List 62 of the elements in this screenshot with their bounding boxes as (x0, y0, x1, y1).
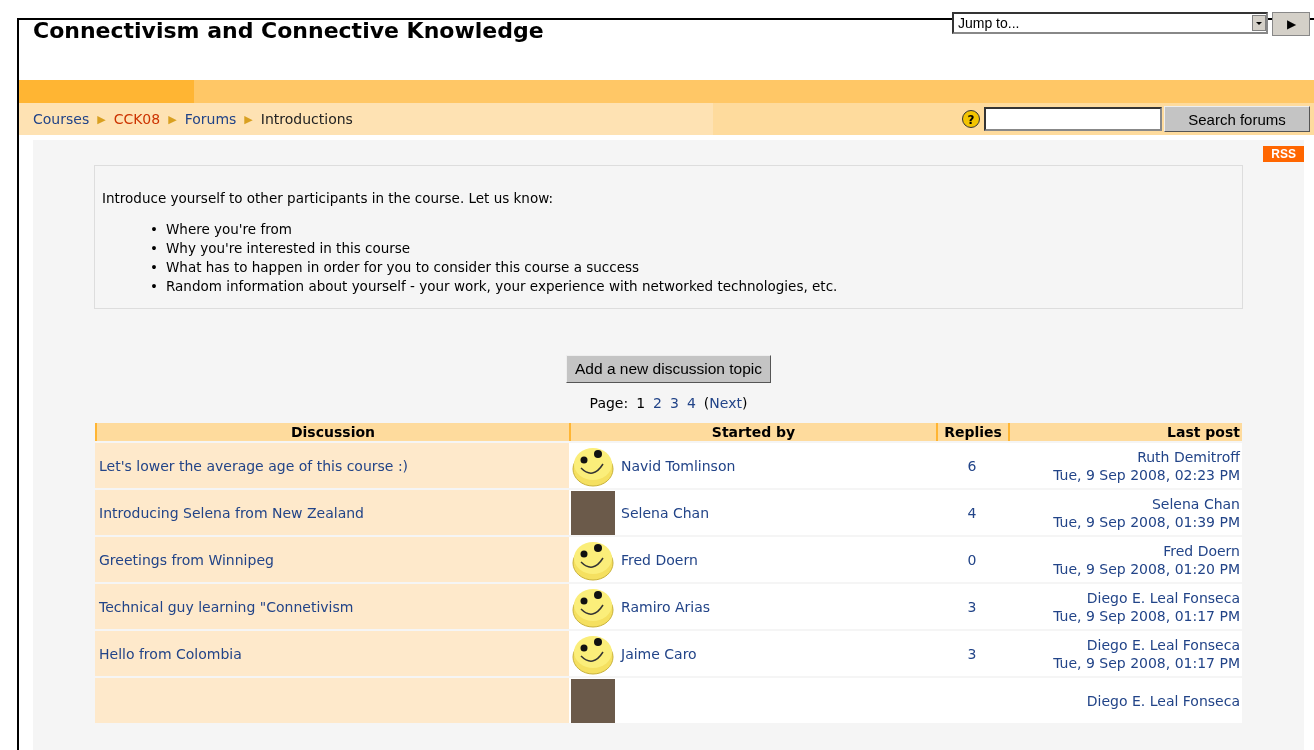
author-link[interactable]: Selena Chan (621, 504, 709, 521)
author-link[interactable]: Fred Doern (621, 551, 698, 568)
page-title: Connectivism and Connective Knowledge (32, 20, 544, 45)
intro-list-item: Where you're from (166, 221, 292, 237)
go-button[interactable]: ▶ (1272, 12, 1310, 36)
help-icon[interactable]: ? (962, 110, 980, 128)
intro-text: Introduce yourself to other participants in the course. Let us know: (102, 190, 554, 206)
last-post-author[interactable]: Ruth Demitroff (1010, 447, 1240, 466)
column-header: Last post (1008, 423, 1242, 441)
replies-count[interactable]: 4 (967, 504, 977, 521)
page-label: Page: (589, 395, 629, 411)
replies-count[interactable]: 6 (967, 457, 977, 474)
replies-count[interactable]: 3 (967, 598, 977, 615)
breadcrumb-separator: ▶ (168, 112, 177, 126)
column-header: Replies (936, 423, 1008, 441)
last-post-date[interactable]: Tue, 9 Sep 2008, 01:17 PM (1010, 653, 1240, 672)
page-link[interactable]: 4 (686, 395, 696, 411)
page-link[interactable]: 3 (670, 395, 679, 411)
replies-count[interactable]: 3 (967, 645, 977, 662)
photo-placeholder (571, 490, 615, 535)
breadcrumb-item: Introductions (260, 111, 353, 127)
discussion-link[interactable]: Let's lower the average age of this course :) (99, 457, 409, 474)
breadcrumb-separator: ▶ (244, 112, 253, 126)
next-link[interactable]: Next (709, 395, 742, 411)
breadcrumb-separator: ▶ (97, 112, 106, 126)
intro-list-item: Random information about yourself - your work, your experience with networked technologies, etc. (166, 278, 838, 294)
author-link[interactable]: Navid Tomlinson (621, 457, 736, 474)
last-post-date[interactable]: Tue, 9 Sep 2008, 01:17 PM (1010, 606, 1240, 625)
column-header: Started by (569, 423, 936, 441)
paren: ( (703, 395, 710, 411)
jump-to-value: Jump to... (958, 15, 1021, 31)
last-post-author[interactable]: Fred Doern (1010, 541, 1240, 560)
breadcrumb-item[interactable]: CCK08 (113, 111, 161, 127)
last-post-author[interactable]: Selena Chan (1010, 494, 1240, 513)
bullet: • (150, 258, 159, 277)
bullet: • (150, 239, 159, 258)
discussion-link[interactable]: Hello from Colombia (99, 645, 242, 662)
intro-list-item: What has to happen in order for you to consider this course a success (166, 259, 639, 275)
bullet: • (150, 277, 159, 296)
author-link[interactable]: Jaime Caro (621, 645, 697, 662)
discussion-link[interactable]: Greetings from Winnipeg (99, 551, 274, 568)
discussion-link[interactable]: Technical guy learning "Connetivism (99, 598, 354, 615)
last-post-date[interactable]: Tue, 9 Sep 2008, 02:23 PM (1010, 465, 1240, 484)
search-forums-button[interactable]: Search forums (1164, 106, 1310, 132)
discussion-link[interactable]: Introducing Selena from New Zealand (99, 504, 364, 521)
bullet: • (150, 220, 159, 239)
last-post-author[interactable]: Diego E. Leal Fonseca (1010, 588, 1240, 607)
breadcrumb-item[interactable]: Forums (184, 111, 237, 127)
replies-count[interactable]: 0 (967, 551, 977, 568)
intro-list-item: Why you're interested in this course (166, 240, 411, 256)
search-field[interactable] (984, 107, 1162, 131)
add-topic-button[interactable]: Add a new discussion topic (566, 355, 771, 383)
photo-placeholder (571, 678, 615, 723)
last-post-date[interactable]: Tue, 9 Sep 2008, 01:20 PM (1010, 559, 1240, 578)
paren: ) (741, 395, 748, 411)
jump-to-select[interactable]: Jump to... (952, 12, 1268, 34)
page-link[interactable]: 2 (653, 395, 662, 411)
author-link[interactable]: Ramiro Arias (621, 598, 711, 615)
column-header: Discussion (95, 423, 569, 441)
breadcrumb-item[interactable]: Courses (33, 111, 90, 127)
last-post-date[interactable]: Tue, 9 Sep 2008, 01:39 PM (1010, 512, 1240, 531)
last-post-author[interactable]: Diego E. Leal Fonseca (1010, 635, 1240, 654)
